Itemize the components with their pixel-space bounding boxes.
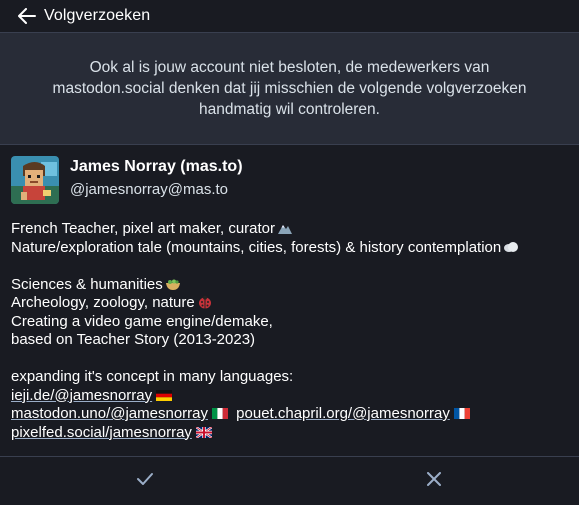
check-icon bbox=[136, 472, 154, 491]
follow-requests-screen: Volgverzoeken Ook al is jouw account nie… bbox=[0, 0, 579, 505]
flag-italy-icon bbox=[212, 406, 228, 419]
column-header: Volgverzoeken bbox=[0, 0, 579, 33]
profile-link[interactable]: mastodon.uno/@jamesnorray bbox=[11, 405, 208, 422]
reject-button[interactable] bbox=[290, 457, 579, 505]
mountain-emoji-icon bbox=[277, 221, 293, 235]
follow-request-account: James Norray (mas.to) @jamesnorray@mas.t… bbox=[0, 145, 579, 445]
bio-line: Archeology, zoology, nature bbox=[11, 294, 195, 311]
cloud-emoji-icon bbox=[503, 240, 519, 254]
flag-uk-icon bbox=[195, 425, 213, 439]
locked-account-notice: Ook al is jouw account niet besloten, de… bbox=[0, 33, 579, 145]
bio-line: French Teacher, pixel art maker, curator bbox=[11, 220, 276, 237]
display-name[interactable]: James Norray (mas.to) bbox=[70, 157, 243, 177]
bio-line: expanding it's concept in many languages… bbox=[11, 368, 294, 385]
bio-paragraph: Sciences & humanities Archeology, zoolog… bbox=[11, 276, 568, 350]
profile-link[interactable]: ieji.de/@jamesnorray bbox=[11, 387, 152, 404]
bio-line: Sciences & humanities bbox=[11, 275, 163, 293]
account-bio: French Teacher, pixel art maker, curator… bbox=[11, 220, 568, 442]
page-title[interactable]: Volgverzoeken bbox=[44, 7, 150, 25]
bio-line: Nature/exploration tale (mountains, citi… bbox=[11, 238, 502, 256]
profile-link[interactable]: pouet.chapril.org/@jamesnorray bbox=[236, 405, 450, 422]
bowl-emoji-icon bbox=[165, 277, 181, 291]
bio-paragraph: French Teacher, pixel art maker, curator… bbox=[11, 220, 568, 257]
notice-text: Ook al is jouw account niet besloten, de… bbox=[52, 59, 527, 118]
authorize-button[interactable] bbox=[0, 457, 290, 505]
bio-paragraph: expanding it's concept in many languages… bbox=[11, 368, 568, 442]
account-header: James Norray (mas.to) @jamesnorray@mas.t… bbox=[11, 155, 568, 204]
request-actions bbox=[0, 456, 579, 505]
bio-line: based on Teacher Story (2013-2023) bbox=[11, 331, 256, 348]
profile-link[interactable]: pixelfed.social/jamesnorray bbox=[11, 424, 192, 441]
ladybug-emoji-icon bbox=[197, 295, 213, 309]
flag-france-icon bbox=[453, 406, 470, 419]
bio-line: Creating a video game engine/demake, bbox=[11, 312, 273, 330]
flag-germany-icon bbox=[156, 388, 173, 401]
close-icon bbox=[427, 471, 442, 491]
avatar[interactable] bbox=[11, 156, 59, 204]
arrow-left-icon[interactable] bbox=[17, 6, 37, 26]
account-handle[interactable]: @jamesnorray@mas.to bbox=[70, 180, 243, 199]
account-names: James Norray (mas.to) @jamesnorray@mas.t… bbox=[70, 155, 243, 199]
